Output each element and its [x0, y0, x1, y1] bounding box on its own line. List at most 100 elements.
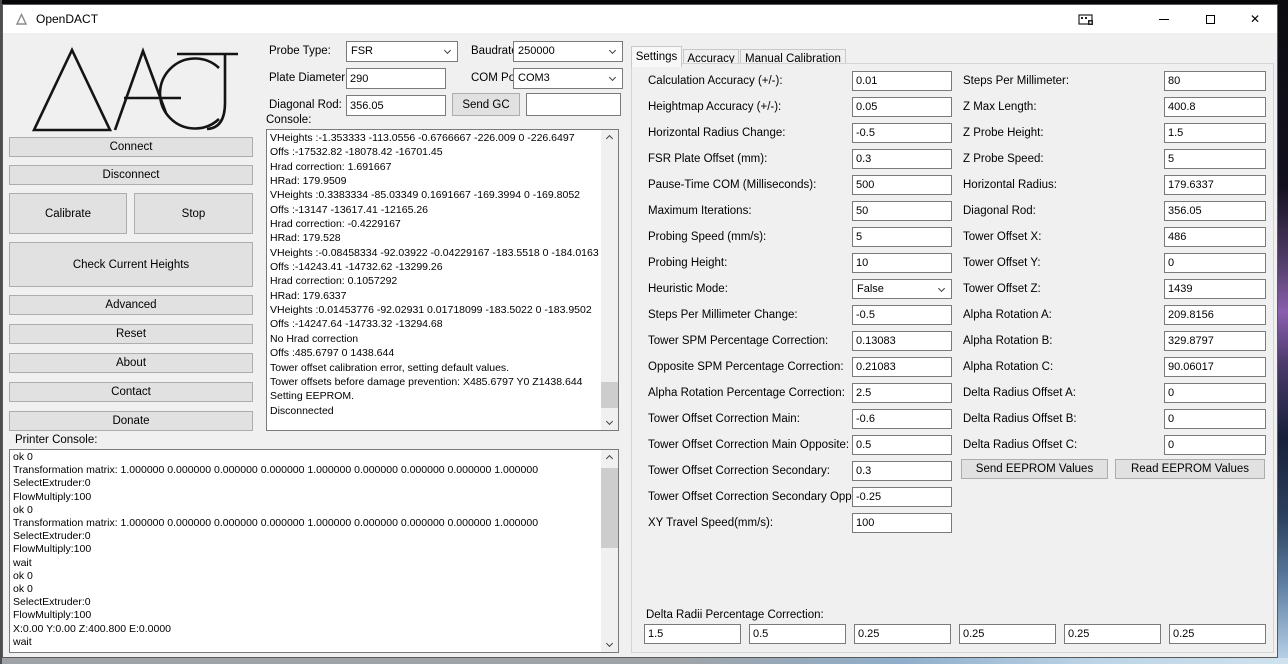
- minimize-button[interactable]: [1141, 5, 1187, 33]
- fsr-plate-offset-mm-input[interactable]: [852, 149, 952, 169]
- diagonal-rod-label: Diagonal Rod:: [269, 99, 342, 111]
- delta-radii-input-3[interactable]: [854, 624, 951, 644]
- opposite-spm-percentage-correction-input[interactable]: [852, 357, 952, 377]
- alpha-rotation-c-input[interactable]: [1164, 357, 1266, 377]
- alpha-rotation-a-input[interactable]: [1164, 305, 1266, 325]
- tower-offset-z-input[interactable]: [1164, 279, 1266, 299]
- com-port-select[interactable]: COM3: [513, 68, 623, 89]
- probing-height-row: Probing Height:: [646, 253, 952, 273]
- probing-height-input[interactable]: [852, 253, 952, 273]
- alpha-rotation-percentage-correction-input[interactable]: [852, 383, 952, 403]
- maximum-iterations-input[interactable]: [852, 201, 952, 221]
- steps-per-millimeter-change-label: Steps Per Millimeter Change:: [648, 309, 798, 321]
- printer-console-box[interactable]: ok 0 Transformation matrix: 1.000000 0.0…: [9, 449, 619, 653]
- heuristic-mode-select[interactable]: False: [852, 279, 952, 299]
- delta-radius-offset-a-input[interactable]: [1164, 383, 1266, 403]
- horizontal-radius-row: Horizontal Radius:: [961, 175, 1266, 195]
- delta-radii-input-1[interactable]: [644, 624, 741, 644]
- baudrate-select[interactable]: 250000: [513, 41, 623, 62]
- contact-button[interactable]: Contact: [9, 382, 253, 402]
- plate-diameter-input[interactable]: [346, 68, 446, 89]
- tab-settings[interactable]: Settings: [631, 46, 682, 67]
- donate-button[interactable]: Donate: [9, 411, 253, 431]
- calculation-accuracy-input[interactable]: [852, 71, 952, 91]
- probe-type-select[interactable]: FSR: [346, 41, 458, 62]
- tower-spm-percentage-correction-input[interactable]: [852, 331, 952, 351]
- check-current-heights-button[interactable]: Check Current Heights: [9, 242, 253, 287]
- alpha-rotation-b-input[interactable]: [1164, 331, 1266, 351]
- window-title: OpenDACT: [36, 12, 98, 26]
- printer-console-scrollbar-thumb[interactable]: [601, 468, 618, 548]
- probing-speed-mm-s-input[interactable]: [852, 227, 952, 247]
- stop-button[interactable]: Stop: [134, 193, 253, 234]
- reset-label: Reset: [116, 328, 146, 340]
- tower-offset-correction-secondary-input[interactable]: [852, 461, 952, 481]
- tower-offset-x-input[interactable]: [1164, 227, 1266, 247]
- printer-console-scroll-down-button[interactable]: [601, 635, 618, 652]
- z-max-length-input[interactable]: [1164, 97, 1266, 117]
- console-scrollbar[interactable]: [601, 130, 618, 430]
- gcode-input[interactable]: [526, 93, 621, 116]
- delta-radii-input-4[interactable]: [959, 624, 1056, 644]
- chevron-down-icon: [444, 47, 451, 54]
- printer-console-text[interactable]: ok 0 Transformation matrix: 1.000000 0.0…: [13, 451, 599, 651]
- tower-offset-z-row: Tower Offset Z:: [961, 279, 1266, 299]
- tower-offset-correction-main-input[interactable]: [852, 409, 952, 429]
- tower-offset-correction-main-row: Tower Offset Correction Main:: [646, 409, 952, 429]
- read-eeprom-values-label: Read EEPROM Values: [1131, 463, 1249, 475]
- alpha-rotation-a-label: Alpha Rotation A:: [963, 309, 1052, 321]
- diagonal-rod-input[interactable]: [1164, 201, 1266, 221]
- disconnect-button[interactable]: Disconnect: [9, 165, 253, 185]
- diagonal-rod-row: Diagonal Rod:: [961, 201, 1266, 221]
- delta-radii-input-6[interactable]: [1169, 624, 1266, 644]
- maximize-button[interactable]: [1187, 5, 1233, 33]
- fsr-plate-offset-mm-row: FSR Plate Offset (mm):: [646, 149, 952, 169]
- delta-radii-input-5[interactable]: [1064, 624, 1161, 644]
- delta-radius-offset-b-input[interactable]: [1164, 409, 1266, 429]
- console-scroll-down-button[interactable]: [601, 413, 618, 430]
- tower-offset-x-row: Tower Offset X:: [961, 227, 1266, 247]
- tower-spm-percentage-correction-label: Tower SPM Percentage Correction:: [648, 335, 828, 347]
- xy-travel-speed-mm-s-input[interactable]: [852, 513, 952, 533]
- tower-offset-correction-secondary-opp-input[interactable]: [852, 487, 952, 507]
- delta-radii-input-2[interactable]: [749, 624, 846, 644]
- connect-button[interactable]: Connect: [9, 137, 253, 157]
- stop-label: Stop: [182, 208, 206, 220]
- z-probe-speed-input[interactable]: [1164, 149, 1266, 169]
- horizontal-radius-change-input[interactable]: [852, 123, 952, 143]
- heightmap-accuracy-input[interactable]: [852, 97, 952, 117]
- delta-radius-offset-c-input[interactable]: [1164, 435, 1266, 455]
- horizontal-radius-input[interactable]: [1164, 175, 1266, 195]
- console-box[interactable]: VHeights :-1.353333 -113.0556 -0.6766667…: [266, 129, 619, 431]
- reset-button[interactable]: Reset: [9, 324, 253, 344]
- console-scrollbar-thumb[interactable]: [601, 382, 618, 408]
- read-eeprom-values-button[interactable]: Read EEPROM Values: [1115, 459, 1265, 479]
- close-button[interactable]: ✕: [1232, 5, 1278, 33]
- tower-offset-y-input[interactable]: [1164, 253, 1266, 273]
- pause-time-com-milliseconds-input[interactable]: [852, 175, 952, 195]
- steps-per-millimeter-change-input[interactable]: [852, 305, 952, 325]
- delta-radii-inputs: [644, 624, 1274, 644]
- printer-console-scrollbar[interactable]: [601, 450, 618, 652]
- tower-offset-correction-main-opposite-label: Tower Offset Correction Main Opposite:: [648, 439, 849, 451]
- advanced-button[interactable]: Advanced: [9, 295, 253, 315]
- tower-offset-correction-main-opposite-input[interactable]: [852, 435, 952, 455]
- about-button[interactable]: About: [9, 353, 253, 373]
- steps-per-millimeter-input[interactable]: [1164, 71, 1266, 91]
- z-probe-speed-label: Z Probe Speed:: [963, 153, 1044, 165]
- send-gc-button[interactable]: Send GC: [452, 93, 520, 116]
- calibrate-button[interactable]: Calibrate: [9, 193, 127, 234]
- printer-console-scroll-up-button[interactable]: [601, 450, 618, 467]
- diagonal-rod-label: Diagonal Rod:: [963, 205, 1036, 217]
- printer-console-label: Printer Console:: [15, 434, 97, 446]
- touch-keyboard-icon[interactable]: [1077, 11, 1097, 30]
- chevron-down-icon: [609, 47, 616, 54]
- desktop-wallpaper-strip: [1278, 0, 1288, 664]
- diagonal-rod-input[interactable]: [346, 95, 446, 116]
- console-scroll-up-button[interactable]: [601, 130, 618, 147]
- send-eeprom-values-button[interactable]: Send EEPROM Values: [961, 459, 1108, 479]
- console-text[interactable]: VHeights :-1.353333 -113.0556 -0.6766667…: [270, 131, 599, 429]
- tower-offset-correction-main-label: Tower Offset Correction Main:: [648, 413, 800, 425]
- z-probe-height-input[interactable]: [1164, 123, 1266, 143]
- tower-offset-x-label: Tower Offset X:: [963, 231, 1041, 243]
